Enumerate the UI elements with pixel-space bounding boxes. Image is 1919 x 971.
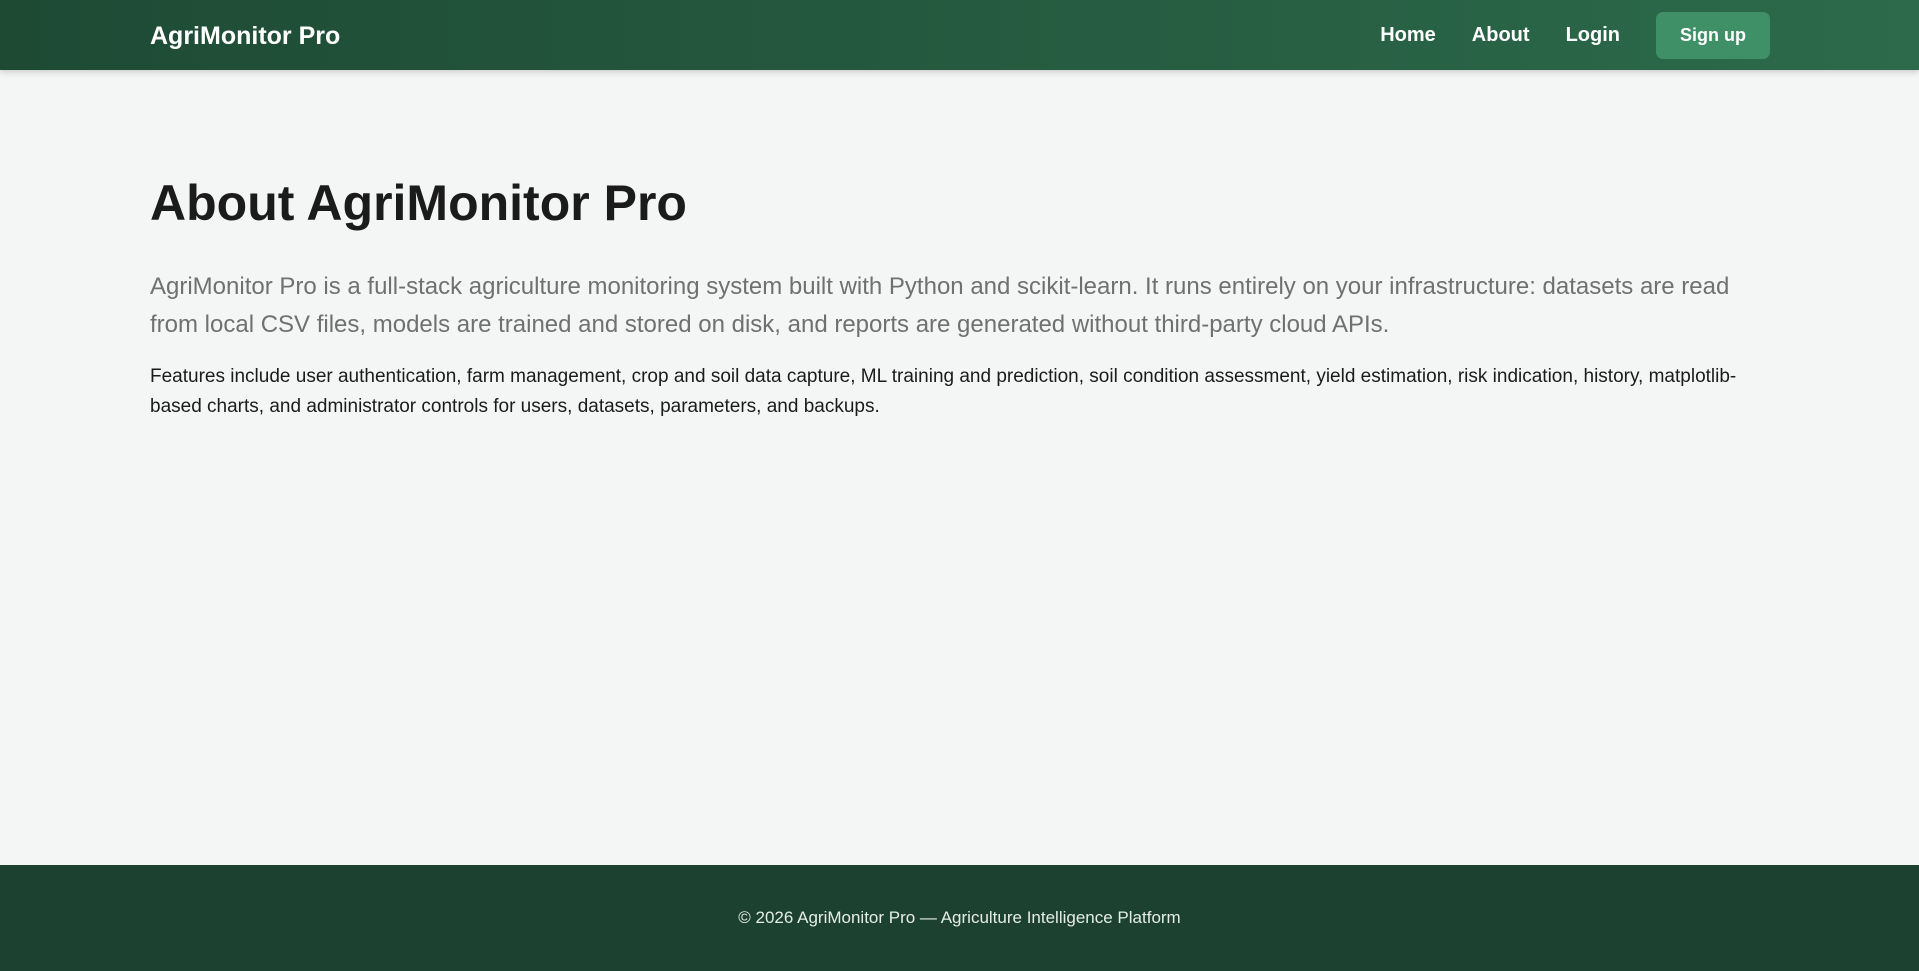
nav-login-link[interactable]: Login (1566, 24, 1620, 47)
main-nav: Home About Login Sign up (1380, 12, 1770, 59)
nav-about-link[interactable]: About (1472, 24, 1530, 47)
page-footer: © 2026 AgriMonitor Pro — Agriculture Int… (0, 865, 1919, 971)
signup-button[interactable]: Sign up (1656, 12, 1770, 59)
nav-home-link[interactable]: Home (1380, 24, 1436, 47)
top-navbar: AgriMonitor Pro Home About Login Sign up (0, 0, 1919, 70)
features-paragraph: Features include user authentication, fa… (150, 366, 1737, 417)
page-title: About AgriMonitor Pro (150, 175, 687, 231)
lead-paragraph: AgriMonitor Pro is a full-stack agricult… (150, 273, 1730, 338)
main-content: About AgriMonitor Pro AgriMonitor Pro is… (150, 168, 1770, 422)
brand-logo-link[interactable]: AgriMonitor Pro (150, 0, 340, 70)
footer-copyright: © 2026 AgriMonitor Pro — Agriculture Int… (738, 908, 1181, 927)
